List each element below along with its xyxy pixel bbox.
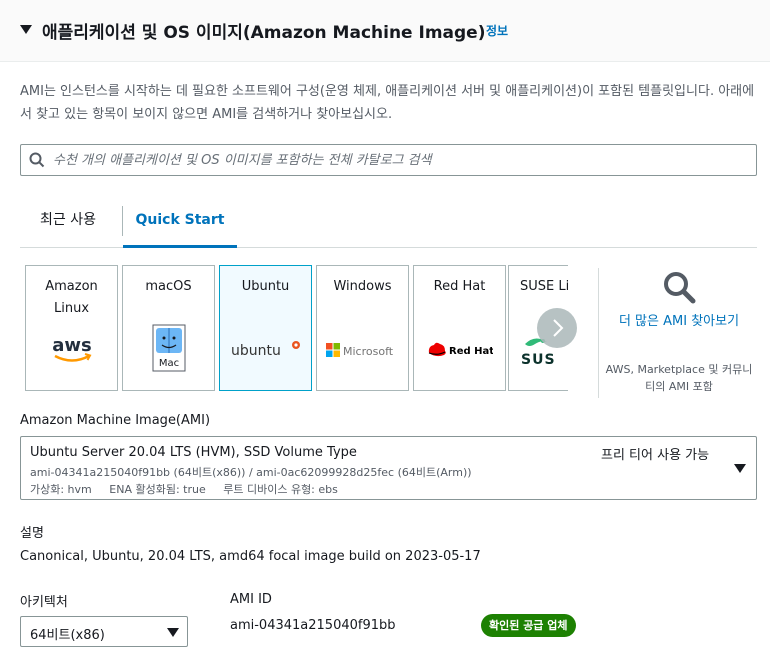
section-description: AMI는 인스턴스를 시작하는 데 필요한 소프트웨어 구성(운영 체제, 애플…	[20, 84, 755, 122]
os-card-ubuntu[interactable]: Ubuntu ubuntu	[219, 265, 312, 391]
os-card-label: Windows	[333, 279, 392, 294]
os-card-amazon-linux[interactable]: Amazon Linux aws	[25, 265, 118, 391]
ami-name: Ubuntu Server 20.04 LTS (HVM), SSD Volum…	[30, 445, 357, 460]
description-label: 설명	[20, 526, 44, 541]
architecture-select[interactable]: 64비트(x86)	[20, 616, 188, 647]
caret-down-icon[interactable]	[20, 25, 32, 34]
os-card-windows[interactable]: Windows Microsoft	[316, 265, 409, 391]
redhat-logo-icon: Red Hat	[414, 328, 505, 372]
ami-attributes: 가상화: hvm ENA 활성화됨: true 루트 디바이스 유형: ebs	[30, 481, 352, 497]
ami-tabs: 최근 사용 Quick Start	[20, 200, 757, 248]
tab-quick-start[interactable]: Quick Start	[123, 200, 237, 248]
svg-text:SUS: SUS	[521, 352, 556, 368]
os-card-macos[interactable]: macOS Mac	[122, 265, 215, 391]
architecture-label: 아키텍처	[20, 595, 68, 610]
mac-logo-icon: Mac	[123, 324, 214, 372]
virtualization-value: 가상화: hvm	[30, 483, 92, 496]
free-tier-label: 프리 티어 사용 가능	[601, 448, 710, 463]
search-icon	[664, 272, 696, 304]
search-icon	[29, 152, 45, 168]
ena-value: ENA 활성화됨: true	[109, 483, 206, 496]
svg-text:aws: aws	[52, 335, 92, 356]
verified-provider-badge: 확인된 공급 업체	[481, 614, 576, 637]
ami-search-input[interactable]	[53, 149, 743, 171]
section-header: 애플리케이션 및 OS 이미지(Amazon Machine Image) 정보	[0, 0, 770, 62]
ami-id-label: AMI ID	[230, 592, 272, 607]
os-card-label: macOS	[145, 279, 192, 294]
tab-recent[interactable]: 최근 사용	[40, 200, 96, 248]
caret-down-icon	[734, 464, 746, 473]
ubuntu-logo-icon: ubuntu	[220, 328, 311, 372]
os-card-label: Amazon Linux	[45, 279, 98, 316]
ami-select[interactable]: Ubuntu Server 20.04 LTS (HVM), SSD Volum…	[20, 436, 757, 500]
os-card-label: SUSE Li	[520, 279, 568, 294]
os-card-red-hat[interactable]: Red Hat Red Hat	[413, 265, 506, 391]
microsoft-logo-icon: Microsoft	[317, 328, 408, 372]
caret-down-icon	[167, 628, 179, 637]
section-title[interactable]: 애플리케이션 및 OS 이미지(Amazon Machine Image)	[42, 18, 485, 43]
root-device-value: 루트 디바이스 유형: ebs	[223, 483, 338, 496]
ami-field-label: Amazon Machine Image(AMI)	[20, 413, 211, 428]
architecture-value: 64비트(x86)	[30, 628, 105, 643]
svg-text:ubuntu: ubuntu	[231, 343, 281, 359]
os-card-label: Ubuntu	[241, 279, 290, 294]
info-link[interactable]: 정보	[486, 22, 508, 39]
divider	[598, 268, 599, 398]
svg-text:Red Hat: Red Hat	[449, 346, 493, 357]
aws-logo-icon: aws	[26, 328, 117, 372]
svg-text:Microsoft: Microsoft	[343, 345, 394, 358]
carousel-next-button[interactable]	[537, 308, 577, 348]
svg-text:Mac: Mac	[158, 358, 178, 369]
browse-more-amis[interactable]: 더 많은 AMI 찾아보기 AWS, Marketplace 및 커뮤니티의 A…	[604, 268, 754, 398]
os-card-label: Red Hat	[433, 279, 486, 294]
browse-more-amis-link[interactable]: 더 많은 AMI 찾아보기	[604, 311, 754, 332]
description-value: Canonical, Ubuntu, 20.04 LTS, amd64 foca…	[20, 549, 481, 564]
browse-more-subtext: AWS, Marketplace 및 커뮤니티의 AMI 포함	[605, 363, 753, 393]
ami-ids: ami-04341a215040f91bb (64비트(x86)) / ami-…	[30, 466, 472, 479]
ami-id-value: ami-04341a215040f91bb	[230, 618, 396, 633]
ami-search-box[interactable]	[20, 144, 757, 176]
chevron-right-icon	[553, 319, 564, 337]
